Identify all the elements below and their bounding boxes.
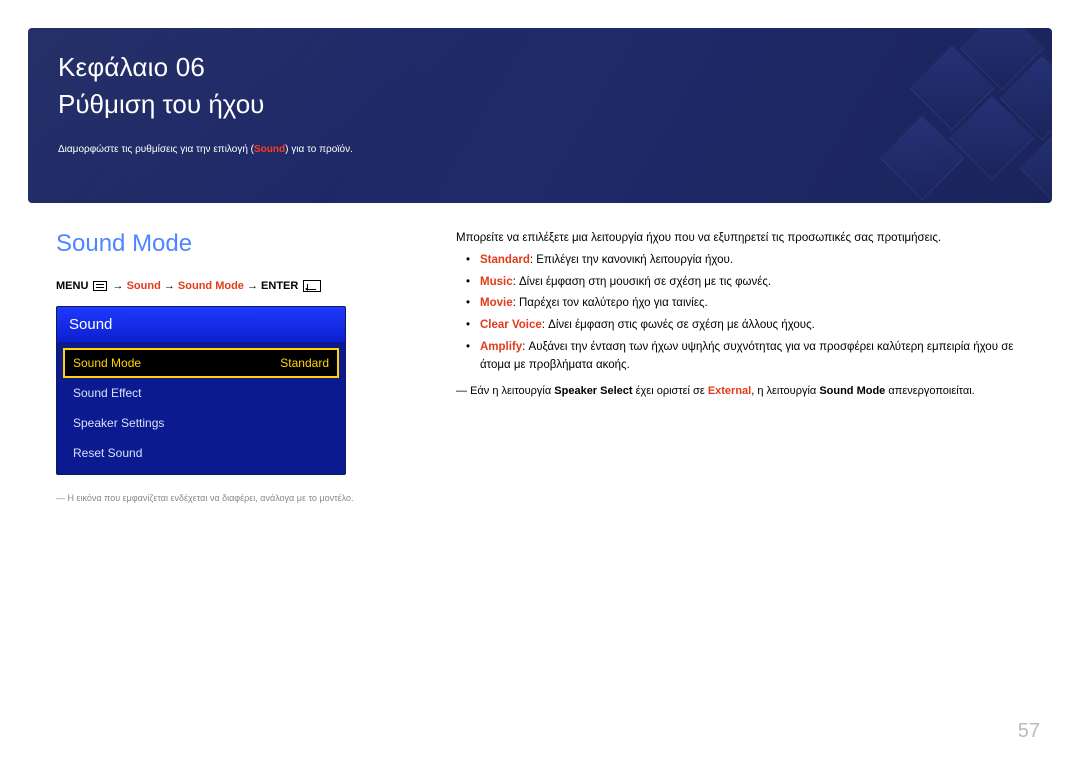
mode-item-clear-voice: Clear Voice: Δίνει έμφαση στις φωνές σε … bbox=[470, 317, 1024, 335]
content-area: Sound Mode MENU → Sound → Sound Mode → E… bbox=[56, 230, 1024, 503]
osd-row-sound-mode[interactable]: Sound Mode Standard bbox=[63, 348, 339, 378]
note-text: απενεργοποιείται. bbox=[885, 385, 974, 397]
osd-row-label: Speaker Settings bbox=[73, 416, 164, 430]
note-text: έχει οριστεί σε bbox=[633, 385, 708, 397]
osd-panel: Sound Sound Mode Standard Sound Effect S… bbox=[56, 306, 346, 475]
osd-row-speaker-settings[interactable]: Speaker Settings bbox=[63, 408, 339, 438]
mode-list: Standard: Επιλέγει την κανονική λειτουργ… bbox=[456, 252, 1024, 375]
note-text: , η λειτουργία bbox=[751, 385, 819, 397]
path-sound-mode: Sound Mode bbox=[178, 280, 244, 292]
osd-row-label: Reset Sound bbox=[73, 446, 142, 460]
mode-item-standard: Standard: Επιλέγει την κανονική λειτουργ… bbox=[470, 252, 1024, 270]
menu-icon bbox=[93, 281, 107, 291]
mode-name: Amplify bbox=[480, 341, 522, 353]
mode-desc: : Επιλέγει την κανονική λειτουργία ήχου. bbox=[530, 254, 733, 266]
osd-body: Sound Mode Standard Sound Effect Speaker… bbox=[57, 342, 345, 474]
path-sound: Sound bbox=[127, 280, 161, 292]
mode-desc: : Παρέχει τον καλύτερο ήχο για ταινίες. bbox=[513, 297, 708, 309]
speaker-select-note: Εάν η λειτουργία Speaker Select έχει ορι… bbox=[456, 383, 1024, 400]
subline-accent: Sound bbox=[254, 144, 285, 155]
subline-post: ) για το προϊόν. bbox=[285, 144, 353, 155]
mode-item-music: Music: Δίνει έμφαση στη μουσική σε σχέση… bbox=[470, 274, 1024, 292]
enter-icon bbox=[303, 280, 321, 292]
mode-name: Clear Voice bbox=[480, 319, 542, 331]
mode-name: Music bbox=[480, 276, 513, 288]
note-accent: External bbox=[708, 385, 751, 397]
osd-row-label: Sound Effect bbox=[73, 386, 142, 400]
model-note: Η εικόνα που εμφανίζεται ενδέχεται να δι… bbox=[56, 493, 386, 503]
mode-item-amplify: Amplify: Αυξάνει την ένταση των ήχων υψη… bbox=[470, 339, 1024, 375]
page-number: 57 bbox=[1018, 720, 1040, 743]
intro-text: Μπορείτε να επιλέξετε μια λειτουργία ήχο… bbox=[456, 230, 1024, 248]
osd-row-label: Sound Mode bbox=[73, 356, 141, 370]
description-column: Μπορείτε να επιλέξετε μια λειτουργία ήχο… bbox=[456, 230, 1024, 404]
chapter-hero: Κεφάλαιο 06 Ρύθμιση του ήχου Διαμορφώστε… bbox=[28, 28, 1052, 203]
osd-header: Sound bbox=[57, 307, 345, 342]
mode-desc: : Δίνει έμφαση στις φωνές σε σχέση με άλ… bbox=[542, 319, 815, 331]
osd-row-reset-sound[interactable]: Reset Sound bbox=[63, 438, 339, 468]
mode-name: Movie bbox=[480, 297, 513, 309]
osd-row-value: Standard bbox=[280, 356, 329, 370]
mode-desc: : Δίνει έμφαση στη μουσική σε σχέση με τ… bbox=[513, 276, 772, 288]
mode-item-movie: Movie: Παρέχει τον καλύτερο ήχο για ταιν… bbox=[470, 295, 1024, 313]
note-text: Εάν η λειτουργία bbox=[470, 385, 554, 397]
osd-row-sound-effect[interactable]: Sound Effect bbox=[63, 378, 339, 408]
subline-pre: Διαμορφώστε τις ρυθμίσεις για την επιλογ… bbox=[58, 144, 254, 155]
mode-name: Standard bbox=[480, 254, 530, 266]
page-root: Κεφάλαιο 06 Ρύθμιση του ήχου Διαμορφώστε… bbox=[0, 0, 1080, 763]
menu-label: MENU bbox=[56, 280, 88, 292]
mode-desc: : Αυξάνει την ένταση των ήχων υψηλής συχ… bbox=[480, 341, 1013, 371]
note-strong: Speaker Select bbox=[554, 385, 632, 397]
note-strong: Sound Mode bbox=[819, 385, 885, 397]
enter-label: ENTER bbox=[261, 280, 298, 292]
hero-decoration bbox=[832, 28, 1052, 203]
